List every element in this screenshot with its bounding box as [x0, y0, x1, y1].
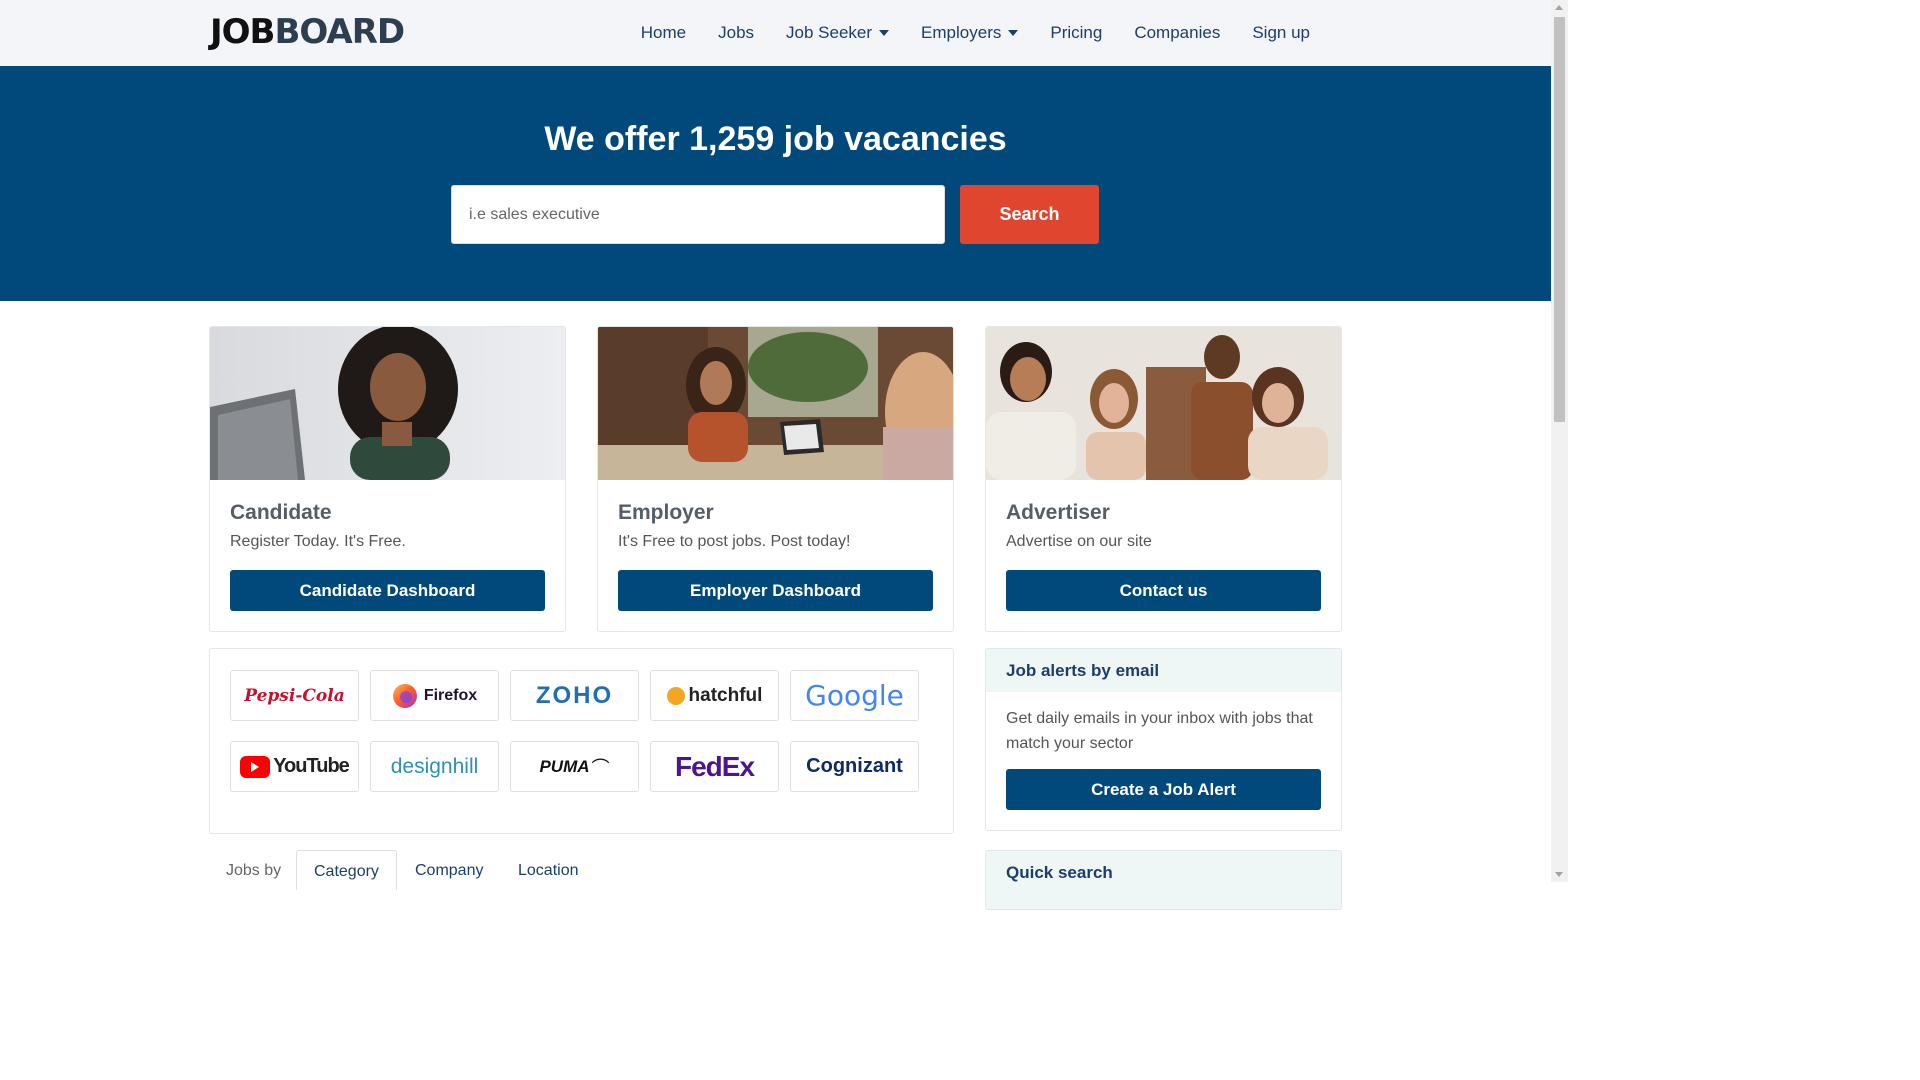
- company-logo-designhill[interactable]: designhill: [370, 741, 499, 792]
- job-alerts-description: Get daily emails in your inbox with jobs…: [1006, 710, 1313, 752]
- google-logo: Google: [805, 679, 904, 712]
- designhill-logo: designhill: [390, 754, 479, 778]
- employer-dashboard-button[interactable]: Employer Dashboard: [618, 570, 933, 611]
- company-logo-puma[interactable]: PUMA ⌒: [510, 741, 639, 792]
- nav-job-seeker-label: Job Seeker: [786, 23, 873, 42]
- scrollbar-thumb[interactable]: [1554, 17, 1565, 422]
- hero-banner: We offer 1,259 job vacancies Search: [0, 66, 1551, 301]
- candidate-photo: [210, 327, 565, 480]
- scroll-up-arrow-icon[interactable]: [1555, 5, 1563, 10]
- caret-down-icon: [879, 30, 890, 36]
- nav-pricing[interactable]: Pricing: [1034, 23, 1118, 43]
- quick-search-panel: Quick search: [985, 850, 1342, 910]
- employer-card: Employer It's Free to post jobs. Post to…: [597, 326, 954, 632]
- logo-part-board: BOARD: [274, 12, 405, 52]
- top-navbar: JOBBOARD Home Jobs Job Seeker Employers …: [0, 0, 1551, 66]
- puma-logo: PUMA: [539, 756, 590, 776]
- card-title: Advertiser: [1006, 501, 1110, 524]
- youtube-label: YouTube: [273, 755, 350, 777]
- tab-location[interactable]: Location: [501, 850, 596, 890]
- puma-cat-icon: ⌒: [591, 757, 610, 778]
- create-job-alert-button[interactable]: Create a Job Alert: [1006, 769, 1321, 810]
- candidate-card: Candidate Register Today. It's Free. Can…: [209, 326, 566, 632]
- nav-employers-dropdown[interactable]: Employers: [905, 23, 1034, 43]
- hero-title: We offer 1,259 job vacancies: [544, 120, 1007, 158]
- quick-search-title: Quick search: [1006, 862, 1113, 882]
- company-logo-hatchful[interactable]: hatchful: [650, 670, 779, 721]
- company-logo-fedex[interactable]: FedEx: [650, 741, 779, 792]
- youtube-play-icon: [240, 755, 271, 778]
- contact-us-button[interactable]: Contact us: [1006, 570, 1321, 611]
- hatchful-label: hatchful: [688, 684, 763, 706]
- nav-companies[interactable]: Companies: [1118, 23, 1236, 43]
- company-logo-google[interactable]: Google: [790, 670, 919, 721]
- scroll-down-arrow-icon[interactable]: [1555, 872, 1563, 877]
- card-subtitle: Register Today. It's Free.: [230, 533, 406, 550]
- logo-part-job: JOB: [210, 12, 275, 52]
- site-logo[interactable]: JOBBOARD: [210, 12, 405, 52]
- jobs-by-label: Jobs by: [226, 862, 282, 879]
- employer-photo: [598, 327, 953, 480]
- job-alerts-title: Job alerts by email: [986, 649, 1341, 692]
- zoho-logo: ZOHO: [535, 681, 614, 709]
- card-subtitle: It's Free to post jobs. Post today!: [618, 533, 851, 550]
- fedex-logo: FedEx: [674, 750, 755, 782]
- main-nav: Home Jobs Job Seeker Employers Pricing C…: [625, 0, 1326, 66]
- company-logo-cognizant[interactable]: Cognizant: [790, 741, 919, 792]
- company-logo-zoho[interactable]: ZOHO: [510, 670, 639, 721]
- candidate-dashboard-button[interactable]: Candidate Dashboard: [230, 570, 545, 611]
- job-alerts-panel: Job alerts by email Get daily emails in …: [985, 648, 1342, 831]
- card-subtitle: Advertise on our site: [1006, 533, 1152, 550]
- nav-job-seeker-dropdown[interactable]: Job Seeker: [770, 23, 905, 43]
- advertiser-photo: [986, 327, 1341, 480]
- firefox-label: Firefox: [423, 686, 478, 704]
- page-scrollbar[interactable]: [1551, 0, 1568, 882]
- company-logos-panel: Pepsi-Cola Firefox ZOHO hatchful Google …: [209, 648, 954, 834]
- tab-category[interactable]: Category: [296, 850, 397, 890]
- firefox-icon: [392, 683, 417, 708]
- search-button[interactable]: Search: [960, 185, 1099, 244]
- nav-jobs[interactable]: Jobs: [702, 23, 770, 43]
- nav-employers-label: Employers: [921, 23, 1002, 42]
- caret-down-icon: [1008, 30, 1019, 36]
- card-title: Employer: [618, 501, 714, 524]
- company-logo-youtube[interactable]: YouTube: [230, 741, 359, 792]
- advertiser-card: Advertiser Advertise on our site Contact…: [985, 326, 1342, 632]
- company-logo-firefox[interactable]: Firefox: [370, 670, 499, 721]
- hatchful-icon: [666, 686, 685, 705]
- nav-home[interactable]: Home: [625, 23, 702, 43]
- cognizant-logo: Cognizant: [806, 755, 903, 777]
- pepsi-logo: Pepsi-Cola: [244, 685, 345, 706]
- tab-company[interactable]: Company: [398, 850, 500, 890]
- job-search-input[interactable]: [451, 185, 945, 244]
- company-logo-pepsi[interactable]: Pepsi-Cola: [230, 670, 359, 721]
- nav-signup[interactable]: Sign up: [1236, 23, 1326, 43]
- card-title: Candidate: [230, 501, 332, 524]
